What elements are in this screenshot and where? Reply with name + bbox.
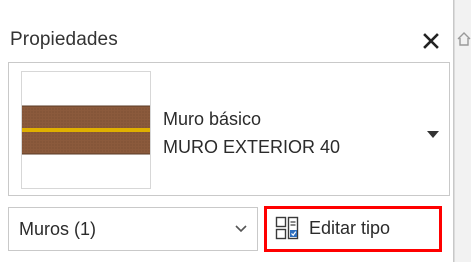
- edit-type-button[interactable]: Editar tipo: [264, 206, 442, 252]
- properties-title-bar: Propiedades: [0, 18, 454, 62]
- type-name: MURO EXTERIOR 40: [163, 137, 341, 157]
- close-button[interactable]: [418, 28, 444, 54]
- dropdown-arrow-icon[interactable]: [427, 131, 439, 139]
- edit-type-label: Editar tipo: [309, 218, 391, 238]
- edit-type-icon: [275, 216, 299, 240]
- close-icon: [423, 33, 439, 49]
- screenshot-root: Propiedades Muro básico MURO EXTERIOR 40…: [0, 0, 471, 262]
- wall-type-thumbnail: [21, 71, 151, 189]
- chevron-down-icon: [235, 225, 247, 233]
- type-selector[interactable]: Muro básico MURO EXTERIOR 40: [8, 62, 450, 196]
- panel-title: Propiedades: [10, 29, 118, 50]
- properties-palette: Propiedades Muro básico MURO EXTERIOR 40…: [0, 0, 454, 262]
- home-icon[interactable]: [457, 31, 471, 47]
- type-family-name: Muro básico: [163, 109, 262, 129]
- instance-filter-row: Muros (1) Editar tipo: [8, 206, 450, 252]
- category-filter-value: Muros (1): [19, 219, 97, 239]
- wall-section-thumbnail: [22, 105, 150, 155]
- category-filter-select[interactable]: Muros (1): [8, 207, 258, 251]
